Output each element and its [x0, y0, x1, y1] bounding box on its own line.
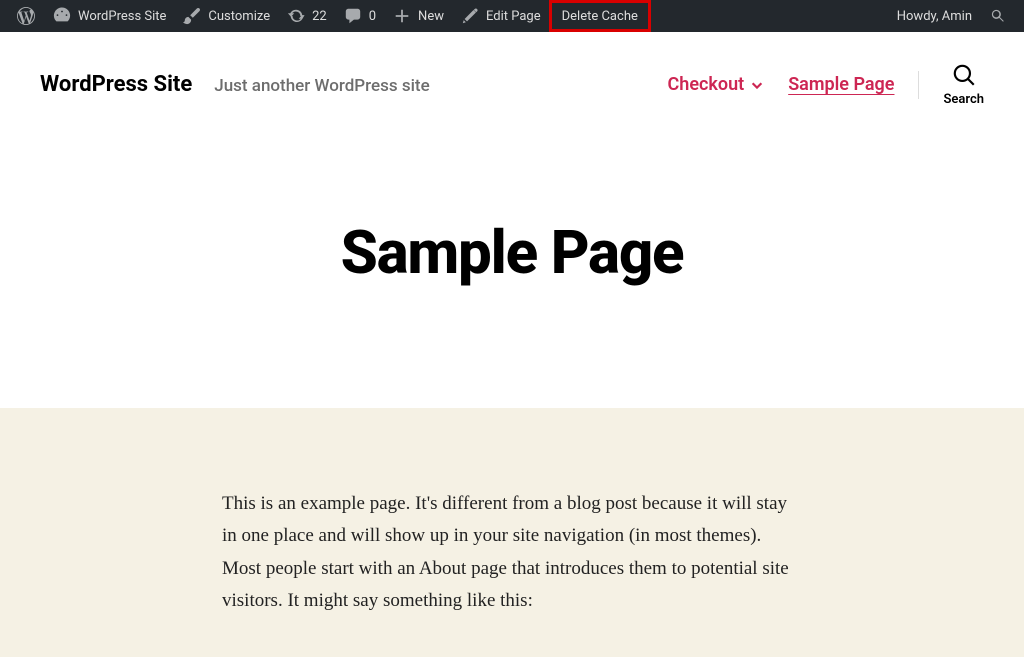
site-branding: WordPress Site Just another WordPress si…: [40, 72, 430, 97]
edit-page-link[interactable]: Edit Page: [452, 0, 549, 32]
page-body-text: This is an example page. It's different …: [222, 488, 802, 617]
nav-divider: [918, 71, 919, 99]
delete-cache-label: Delete Cache: [562, 9, 638, 24]
page-title: Sample Page: [20, 217, 1004, 288]
plus-icon: [392, 6, 412, 26]
updates-link[interactable]: 22: [278, 0, 335, 32]
site-header: WordPress Site Just another WordPress si…: [0, 32, 1024, 127]
search-toggle[interactable]: Search: [943, 62, 984, 107]
search-icon: [951, 62, 977, 88]
comment-icon: [343, 6, 363, 26]
nav-checkout-label: Checkout: [668, 74, 745, 95]
site-name-label: WordPress Site: [78, 9, 166, 24]
new-label: New: [418, 9, 444, 24]
dashboard-icon: [52, 6, 72, 26]
delete-cache-link[interactable]: Delete Cache: [549, 0, 651, 32]
wp-admin-bar: WordPress Site Customize 22 0 New: [0, 0, 1024, 32]
site-tagline: Just another WordPress site: [214, 76, 429, 96]
howdy-label: Howdy, Amin: [897, 9, 972, 24]
search-icon: [988, 6, 1008, 26]
site-title[interactable]: WordPress Site: [40, 72, 192, 97]
comment-count: 0: [369, 9, 376, 24]
nav-checkout[interactable]: Checkout: [668, 74, 765, 95]
edit-page-label: Edit Page: [486, 9, 541, 24]
admin-bar-right: Howdy, Amin: [889, 0, 1016, 32]
nav-sample-page[interactable]: Sample Page: [788, 74, 894, 95]
update-count: 22: [312, 9, 327, 24]
admin-search[interactable]: [980, 0, 1016, 32]
customize-link[interactable]: Customize: [174, 0, 278, 32]
search-label: Search: [943, 92, 984, 107]
nav-sample-page-label: Sample Page: [788, 74, 894, 95]
page-hero: Sample Page: [0, 127, 1024, 408]
refresh-icon: [286, 6, 306, 26]
new-content-link[interactable]: New: [384, 0, 452, 32]
customize-label: Customize: [208, 9, 270, 24]
page-content: This is an example page. It's different …: [0, 408, 1024, 657]
chevron-down-icon: [750, 78, 764, 92]
admin-bar-left: WordPress Site Customize 22 0 New: [8, 0, 651, 32]
dashboard-link[interactable]: WordPress Site: [44, 0, 174, 32]
wordpress-icon: [16, 6, 36, 26]
brush-icon: [182, 6, 202, 26]
comments-link[interactable]: 0: [335, 0, 384, 32]
primary-nav: Checkout Sample Page Search: [668, 62, 984, 107]
wp-logo-menu[interactable]: [8, 0, 44, 32]
howdy-account[interactable]: Howdy, Amin: [889, 0, 980, 32]
pencil-icon: [460, 6, 480, 26]
